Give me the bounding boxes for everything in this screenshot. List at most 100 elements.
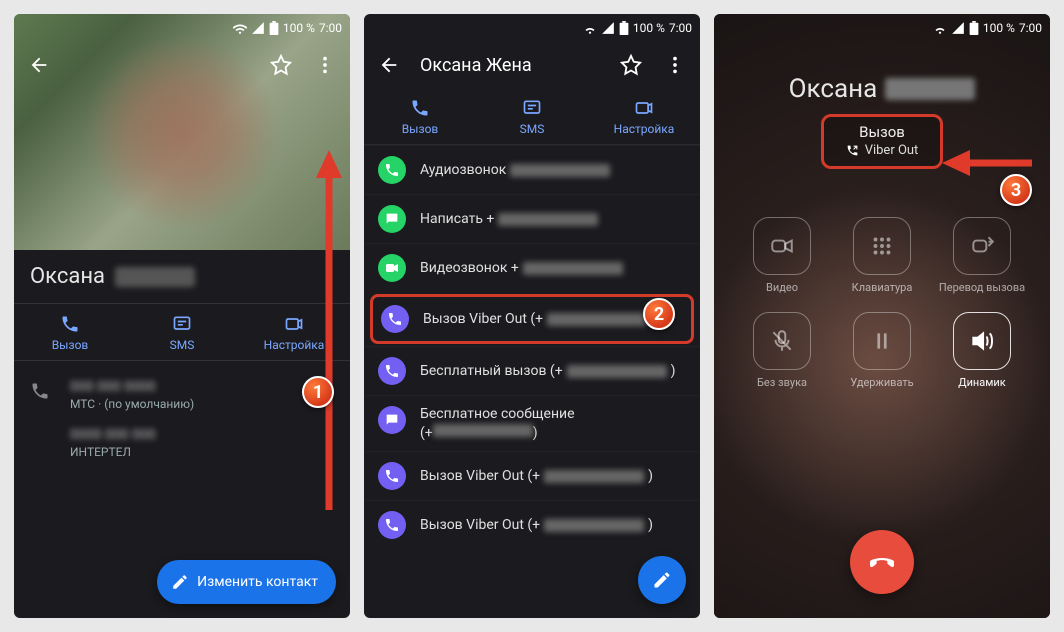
app-bar: Оксана Жена (364, 42, 700, 88)
action-setup[interactable]: Настройка (588, 88, 700, 144)
redacted-number (523, 262, 623, 275)
redacted-number (433, 424, 533, 437)
clock-text: 7:00 (1019, 21, 1042, 35)
button-label: Динамик (958, 376, 1005, 389)
speaker-button[interactable]: Динамик (932, 312, 1032, 389)
row-label: Вызов Viber Out (+ (423, 311, 543, 327)
status-bar: 100 % 7:00 (14, 14, 350, 42)
contact-numbers-list: 000 000 0000 МТС · (по умолчанию) 0000 0… (14, 361, 350, 477)
viber-free-message[interactable]: Бесплатное сообщение (+) (364, 395, 700, 451)
viber-out-call[interactable]: Вызов Viber Out (+) (364, 500, 700, 549)
phone-number-row[interactable]: 000 000 0000 МТС · (по умолчанию) (14, 371, 350, 419)
overflow-menu-icon[interactable] (662, 52, 688, 78)
whatsapp-video-call[interactable]: Видеозвонок + (364, 243, 700, 292)
viber-free-call[interactable]: Бесплатный вызов (+) (364, 346, 700, 395)
button-label: Удерживать (850, 376, 913, 389)
wifi-icon (233, 21, 247, 35)
viber-icon (381, 305, 409, 333)
fab-label: Изменить контакт (197, 574, 318, 590)
button-label: Перевод вызова (939, 281, 1025, 294)
star-icon[interactable] (268, 52, 294, 78)
redacted-number (547, 313, 647, 326)
action-setup-label: Настройка (614, 122, 675, 136)
contact-actions: Вызов SMS Настройка (14, 303, 350, 361)
whatsapp-message[interactable]: Написать + (364, 194, 700, 243)
edit-fab[interactable] (638, 556, 686, 604)
action-call-label: Вызов (402, 122, 439, 136)
hold-button[interactable]: Удерживать (832, 312, 932, 389)
mute-button[interactable]: Без звука (732, 312, 832, 389)
call-type-text: Viber Out (865, 143, 919, 158)
button-label: Клавиатура (852, 281, 913, 294)
call-contact-name: Оксана (714, 74, 1050, 104)
whatsapp-audio-call[interactable]: Аудиозвонок (364, 145, 700, 194)
viber-out-call[interactable]: Вызов Viber Out (+) (364, 451, 700, 500)
keypad-button[interactable]: Клавиатура (832, 217, 932, 294)
redacted-number (510, 164, 610, 177)
back-button[interactable] (26, 52, 52, 78)
action-setup[interactable]: Настройка (238, 304, 350, 360)
row-label: Написать + (420, 211, 494, 227)
row-label: Вызов Viber Out (+ (420, 517, 540, 533)
clock-text: 7:00 (319, 21, 342, 35)
transfer-button[interactable]: Перевод вызова (932, 217, 1032, 294)
call-status-highlighted: Вызов Viber Out (821, 114, 944, 169)
viber-icon (378, 406, 406, 434)
battery-icon (619, 21, 629, 35)
redacted-number (544, 470, 644, 483)
screenshot-viber-calling: 100 % 7:00 Оксана Вызов Viber Out Видео … (714, 14, 1050, 618)
video-button[interactable]: Видео (732, 217, 832, 294)
screenshot-contact-card: 100 % 7:00 Оксана Вызов SMS Настройка (14, 14, 350, 618)
contact-first-name: Оксана (30, 264, 105, 289)
back-button[interactable] (376, 52, 402, 78)
edit-contact-fab[interactable]: Изменить контакт (157, 560, 336, 604)
action-call[interactable]: Вызов (364, 88, 476, 144)
phone-number-row[interactable]: 0000 000 000 ИНТЕРТЕЛ (14, 419, 350, 467)
annotation-badge-2: 2 (643, 298, 675, 330)
status-bar: 100 % 7:00 (714, 14, 1050, 42)
whatsapp-icon (378, 156, 406, 184)
action-call-label: Вызов (52, 338, 89, 352)
carrier-label: ИНТЕРТЕЛ (70, 445, 156, 459)
redacted-number: 0000 000 000 (70, 427, 156, 443)
hangup-button[interactable] (850, 530, 914, 594)
row-label: Бесплатный вызов (+ (420, 363, 563, 379)
redacted-last-name (115, 267, 195, 287)
redacted-number (498, 213, 598, 226)
row-label: Вызов Viber Out (+ (420, 468, 540, 484)
row-label: Аудиозвонок (420, 162, 506, 178)
signal-icon (951, 21, 965, 35)
row-label: Видеозвонок + (420, 260, 519, 276)
row-label: Бесплатное сообщение (420, 406, 575, 422)
signal-icon (601, 21, 615, 35)
contact-actions: Вызов SMS Настройка (364, 88, 700, 145)
button-label: Видео (766, 281, 798, 294)
contact-name-bar: Оксана (14, 250, 350, 303)
viber-icon (378, 511, 406, 539)
overflow-menu-icon[interactable] (312, 52, 338, 78)
carrier-label: МТС · (по умолчанию) (70, 397, 194, 411)
contact-title: Оксана Жена (420, 55, 600, 76)
action-call[interactable]: Вызов (14, 304, 126, 360)
action-sms[interactable]: SMS (126, 304, 238, 360)
wifi-icon (583, 21, 597, 35)
redacted-number: 000 000 0000 (70, 379, 194, 395)
whatsapp-icon (378, 254, 406, 282)
viber-icon (378, 462, 406, 490)
action-sms[interactable]: SMS (476, 88, 588, 144)
call-controls: Видео Клавиатура Перевод вызова Без звук… (714, 217, 1050, 389)
redacted-number (544, 519, 644, 532)
phone-icon (30, 379, 52, 401)
battery-icon (269, 21, 279, 35)
star-icon[interactable] (618, 52, 644, 78)
annotation-badge-1: 1 (302, 376, 334, 408)
viber-icon (378, 357, 406, 385)
button-label: Без звука (757, 376, 807, 389)
app-bar (14, 42, 350, 88)
phone-out-icon (846, 144, 859, 157)
redacted-number (567, 365, 667, 378)
clock-text: 7:00 (669, 21, 692, 35)
battery-text: 100 % (283, 21, 315, 35)
battery-icon (969, 21, 979, 35)
call-status-text: Вызов (859, 123, 905, 141)
